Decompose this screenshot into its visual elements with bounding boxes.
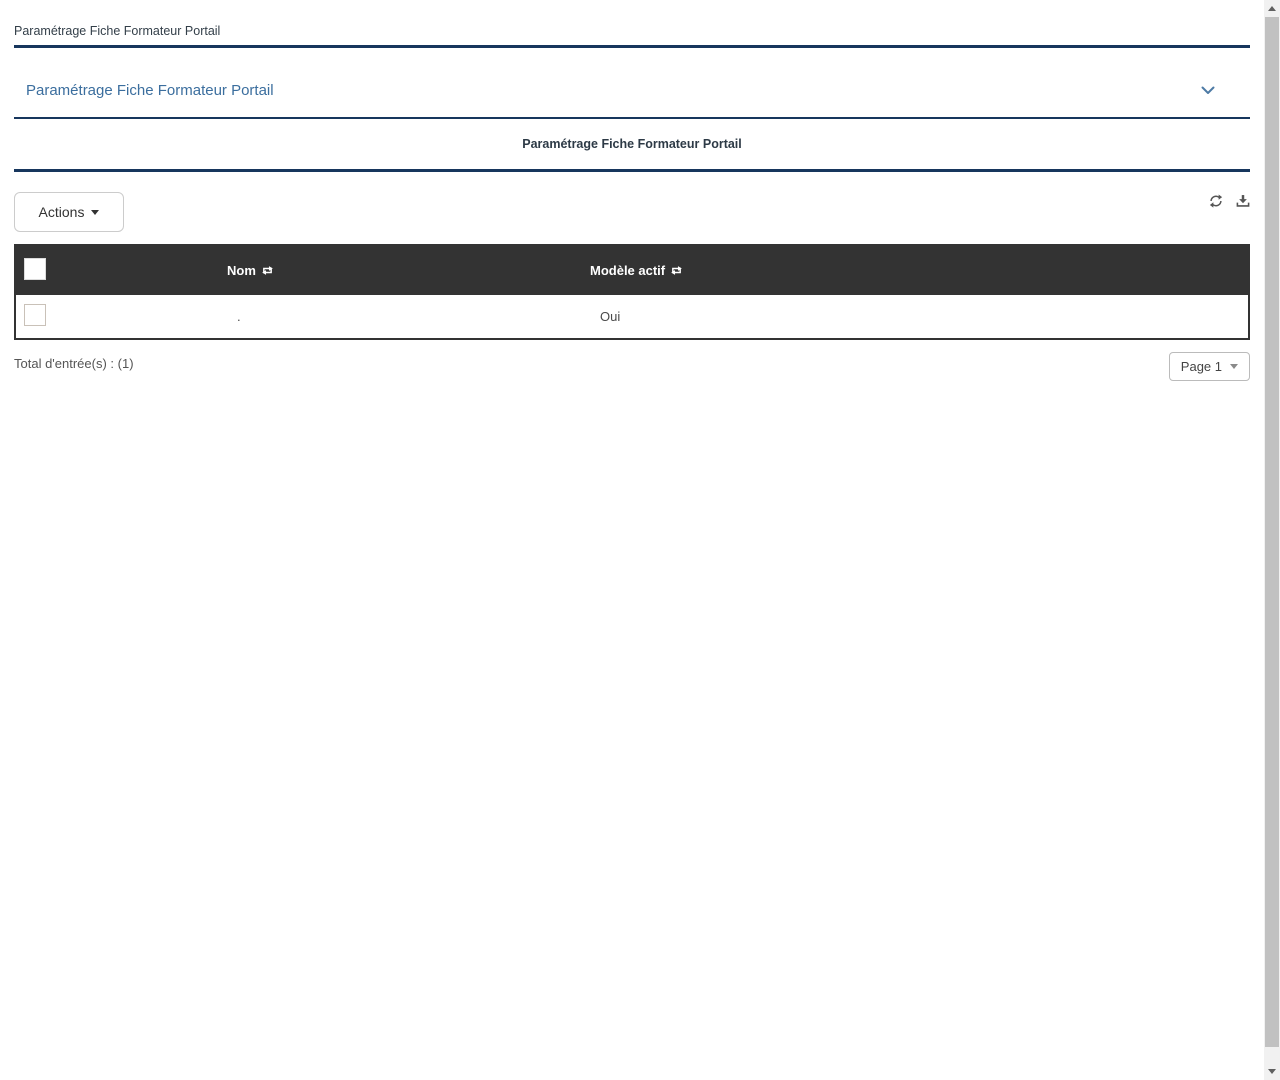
cell-modele-actif: Oui [600, 309, 621, 324]
sort-icon [262, 266, 273, 275]
column-label-modele-actif: Modèle actif [590, 263, 666, 278]
cell-nom: . [237, 309, 241, 324]
actions-button-label: Actions [38, 204, 85, 220]
toolbar-icons [1209, 194, 1250, 208]
toolbar: Actions [14, 192, 1250, 232]
scrollbar-down-arrow[interactable] [1264, 1063, 1280, 1080]
column-header-nom[interactable]: Nom [227, 245, 590, 295]
section-title-bar: Paramétrage Fiche Formateur Portail [14, 119, 1250, 172]
breadcrumb-title: Paramétrage Fiche Formateur Portail [14, 24, 221, 38]
page-selector-label: Page 1 [1180, 359, 1222, 374]
breadcrumb: Paramétrage Fiche Formateur Portail [14, 0, 1250, 48]
column-label-nom: Nom [227, 263, 256, 278]
table-row[interactable]: . Oui [15, 295, 1249, 339]
row-select-cell [15, 295, 227, 339]
refresh-icon[interactable] [1209, 194, 1223, 208]
sort-icon [671, 266, 682, 275]
download-icon[interactable] [1236, 194, 1250, 208]
section-title: Paramétrage Fiche Formateur Portail [522, 137, 742, 151]
panel-title: Paramétrage Fiche Formateur Portail [26, 81, 274, 99]
caret-down-icon [91, 209, 100, 215]
data-table: Nom Modèle actif . Oui [14, 244, 1250, 340]
column-header-modele-actif[interactable]: Modèle actif [590, 245, 1249, 295]
page-content: Paramétrage Fiche Formateur Portail Para… [14, 0, 1250, 381]
actions-button[interactable]: Actions [14, 192, 124, 232]
scrollbar-thumb[interactable] [1265, 17, 1279, 1047]
table-header-row: Nom Modèle actif [15, 245, 1249, 295]
scrollbar[interactable] [1264, 0, 1280, 1080]
select-all-checkbox[interactable] [24, 258, 46, 280]
chevron-down-icon[interactable] [1200, 85, 1216, 96]
select-all-cell [15, 245, 227, 295]
table-footer: Total d'entrée(s) : (1) Page 1 [14, 352, 1250, 381]
caret-down-icon [1230, 364, 1238, 369]
total-entries-label: Total d'entrée(s) : (1) [14, 356, 134, 371]
row-checkbox[interactable] [24, 304, 46, 326]
panel-header[interactable]: Paramétrage Fiche Formateur Portail [14, 63, 1250, 119]
scrollbar-up-arrow[interactable] [1264, 0, 1280, 17]
page-selector[interactable]: Page 1 [1168, 352, 1250, 381]
